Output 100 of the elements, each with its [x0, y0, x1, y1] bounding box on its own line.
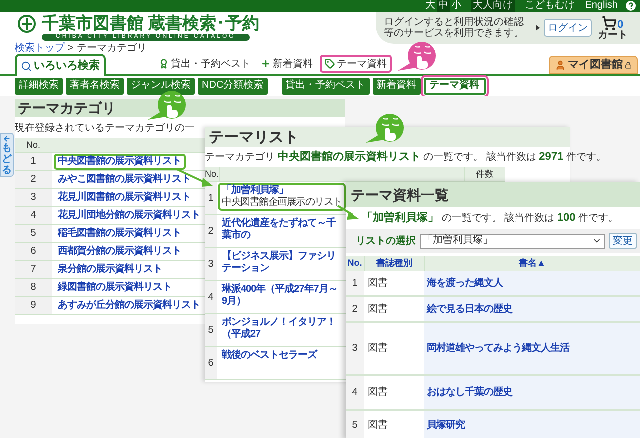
lock-icon: [625, 62, 632, 68]
audience-link[interactable]: 大人向け: [471, 0, 516, 12]
nav-button[interactable]: 新着資料: [372, 78, 421, 94]
login-note: ログインすると利用状況の確認等のサービスを利用できます。: [384, 17, 525, 39]
theme-note: 中央図書館企画展示のリスト: [222, 197, 342, 209]
nav-link[interactable]: 新着資料: [258, 55, 316, 73]
row-number: 7: [30, 263, 36, 277]
row-number: 1: [208, 192, 214, 206]
material-type: 図書: [368, 342, 388, 356]
panel-title: テーマカテゴリ: [18, 101, 116, 115]
caret-icon: [536, 25, 540, 31]
search-tab[interactable]: いろいろ検索: [15, 54, 106, 76]
column-header: No.: [25, 139, 42, 152]
material-type: 図書: [368, 302, 388, 316]
row-number: 8: [30, 281, 36, 295]
nav-link[interactable]: 貸出・予約ベスト: [156, 55, 254, 73]
row-number: 5: [208, 324, 214, 338]
material-type: 図書: [368, 276, 388, 290]
category-link[interactable]: 泉分館の展示資料リスト: [54, 262, 166, 278]
logo-icon: [18, 15, 36, 33]
finger-icon: [417, 56, 428, 69]
language-link[interactable]: English: [585, 0, 618, 12]
category-link[interactable]: 緑図書館の展示資料リスト: [54, 280, 176, 296]
column-header: No.: [346, 257, 364, 270]
callout-text: ここ: [381, 118, 401, 128]
arrow-left-icon: [2, 135, 12, 143]
theme-link[interactable]: 「加曽利貝塚」: [222, 185, 342, 197]
row-number: 6: [208, 356, 214, 370]
tag-icon: [325, 59, 335, 69]
callout-text: ここ: [413, 46, 433, 56]
row-number: 1: [352, 276, 358, 290]
row-number: 4: [30, 209, 36, 223]
category-link[interactable]: 稲毛図書館の展示資料リスト: [54, 226, 186, 242]
change-button[interactable]: 変更: [609, 233, 637, 249]
cart-icon[interactable]: [602, 16, 618, 30]
font-size-option[interactable]: 大: [424, 0, 438, 12]
category-link[interactable]: 西都賀分館の展示資料リスト: [54, 244, 186, 260]
category-link[interactable]: 中央図書館の展示資料リスト: [54, 154, 186, 170]
theme-link[interactable]: 琳派400年（平成27年7月～9月）: [222, 284, 342, 308]
person-icon: [555, 60, 566, 70]
nav-button[interactable]: 詳細検索: [15, 78, 63, 94]
nav-button[interactable]: 著者名検索: [66, 78, 124, 94]
help-icon[interactable]: [626, 1, 636, 11]
book-title-link[interactable]: 岡村道雄やってみよう縄文人生活: [427, 341, 570, 356]
material-type: 図書: [368, 386, 388, 400]
panel-description: テーマカテゴリ 中央図書館の展示資料リスト の一覧です。 該当件数は 2971 件です。: [205, 152, 606, 162]
book-title-link[interactable]: 貝塚研究: [427, 418, 465, 432]
row-number: 9: [30, 299, 36, 313]
theme-link[interactable]: 【ビジネス展示】ファシリテーション: [222, 251, 342, 275]
row-number: 2: [352, 302, 358, 316]
row-number: 2: [208, 224, 214, 238]
row-number: 4: [352, 386, 358, 400]
breadcrumb-separator: >: [68, 44, 74, 54]
callout-text: ここ: [163, 95, 183, 105]
theme-link[interactable]: 近代化遺産をたずねて～千葉市の: [222, 218, 342, 242]
row-number: 1: [30, 155, 36, 169]
login-button[interactable]: ログイン: [544, 19, 592, 37]
nav-button[interactable]: NDC分類検索: [198, 78, 268, 94]
font-size-option[interactable]: 中: [437, 0, 450, 12]
plus-icon: [261, 59, 271, 69]
audience-link[interactable]: こどもむけ: [523, 0, 578, 12]
search-icon: [21, 60, 32, 72]
my-library-tab[interactable]: マイ図書館: [549, 56, 638, 74]
nav-button[interactable]: ジャンル検索: [127, 78, 195, 94]
row-number: 3: [208, 258, 214, 272]
finger-icon: [385, 128, 396, 141]
category-link[interactable]: あすみが丘分館の展示資料リスト: [54, 298, 204, 314]
panel-title: テーマ資料一覧: [351, 188, 449, 202]
column-header: 件数: [475, 168, 495, 181]
row-number: 6: [30, 245, 36, 259]
select-label: リストの選択: [356, 234, 416, 248]
row-number: 5: [352, 418, 358, 432]
cart-count: 0: [617, 20, 624, 30]
breadcrumb-current: テーマカテゴリ: [76, 44, 147, 54]
nav-button[interactable]: テーマ資料: [424, 78, 486, 94]
list-select[interactable]: 「加曽利貝塚」: [420, 234, 605, 248]
category-link[interactable]: 花見川図書館の展示資料リスト: [54, 190, 195, 206]
nav-link[interactable]: テーマ資料: [320, 55, 392, 73]
material-type: 図書: [368, 418, 388, 432]
row-number: 2: [30, 173, 36, 187]
row-number: 4: [208, 290, 214, 304]
font-size-option[interactable]: 小: [450, 0, 464, 12]
row-number: 5: [30, 227, 36, 241]
row-number: 3: [352, 342, 358, 356]
finger-icon: [167, 105, 178, 118]
row-number: 3: [30, 191, 36, 205]
book-title-link[interactable]: おはなし千葉の歴史: [427, 385, 512, 400]
theme-link[interactable]: 戦後のベストセラーズ: [222, 350, 342, 362]
breadcrumb-link[interactable]: 検索トップ: [15, 44, 65, 54]
site-title: 千葉市図書館 蔵書検索･予約: [42, 15, 260, 33]
column-header: No.: [205, 168, 217, 181]
panel-title: テーマリスト: [209, 130, 299, 144]
theme-link[interactable]: ボンジョルノ！イタリア！（平成27: [222, 317, 342, 341]
cart-label[interactable]: カート: [598, 30, 628, 40]
panel-description: 「加曽利貝塚」 の一覧です。 該当件数は 100 件です。: [362, 212, 618, 224]
category-link[interactable]: 花見川団地分館の展示資料リスト: [54, 208, 204, 224]
category-link[interactable]: みやこ図書館の展示資料リスト: [54, 172, 195, 188]
panel-description: 現在登録されているテーマカテゴリの一: [15, 124, 195, 134]
ribbon-icon: [159, 59, 169, 69]
nav-button[interactable]: 貸出・予約ベスト: [282, 78, 370, 94]
